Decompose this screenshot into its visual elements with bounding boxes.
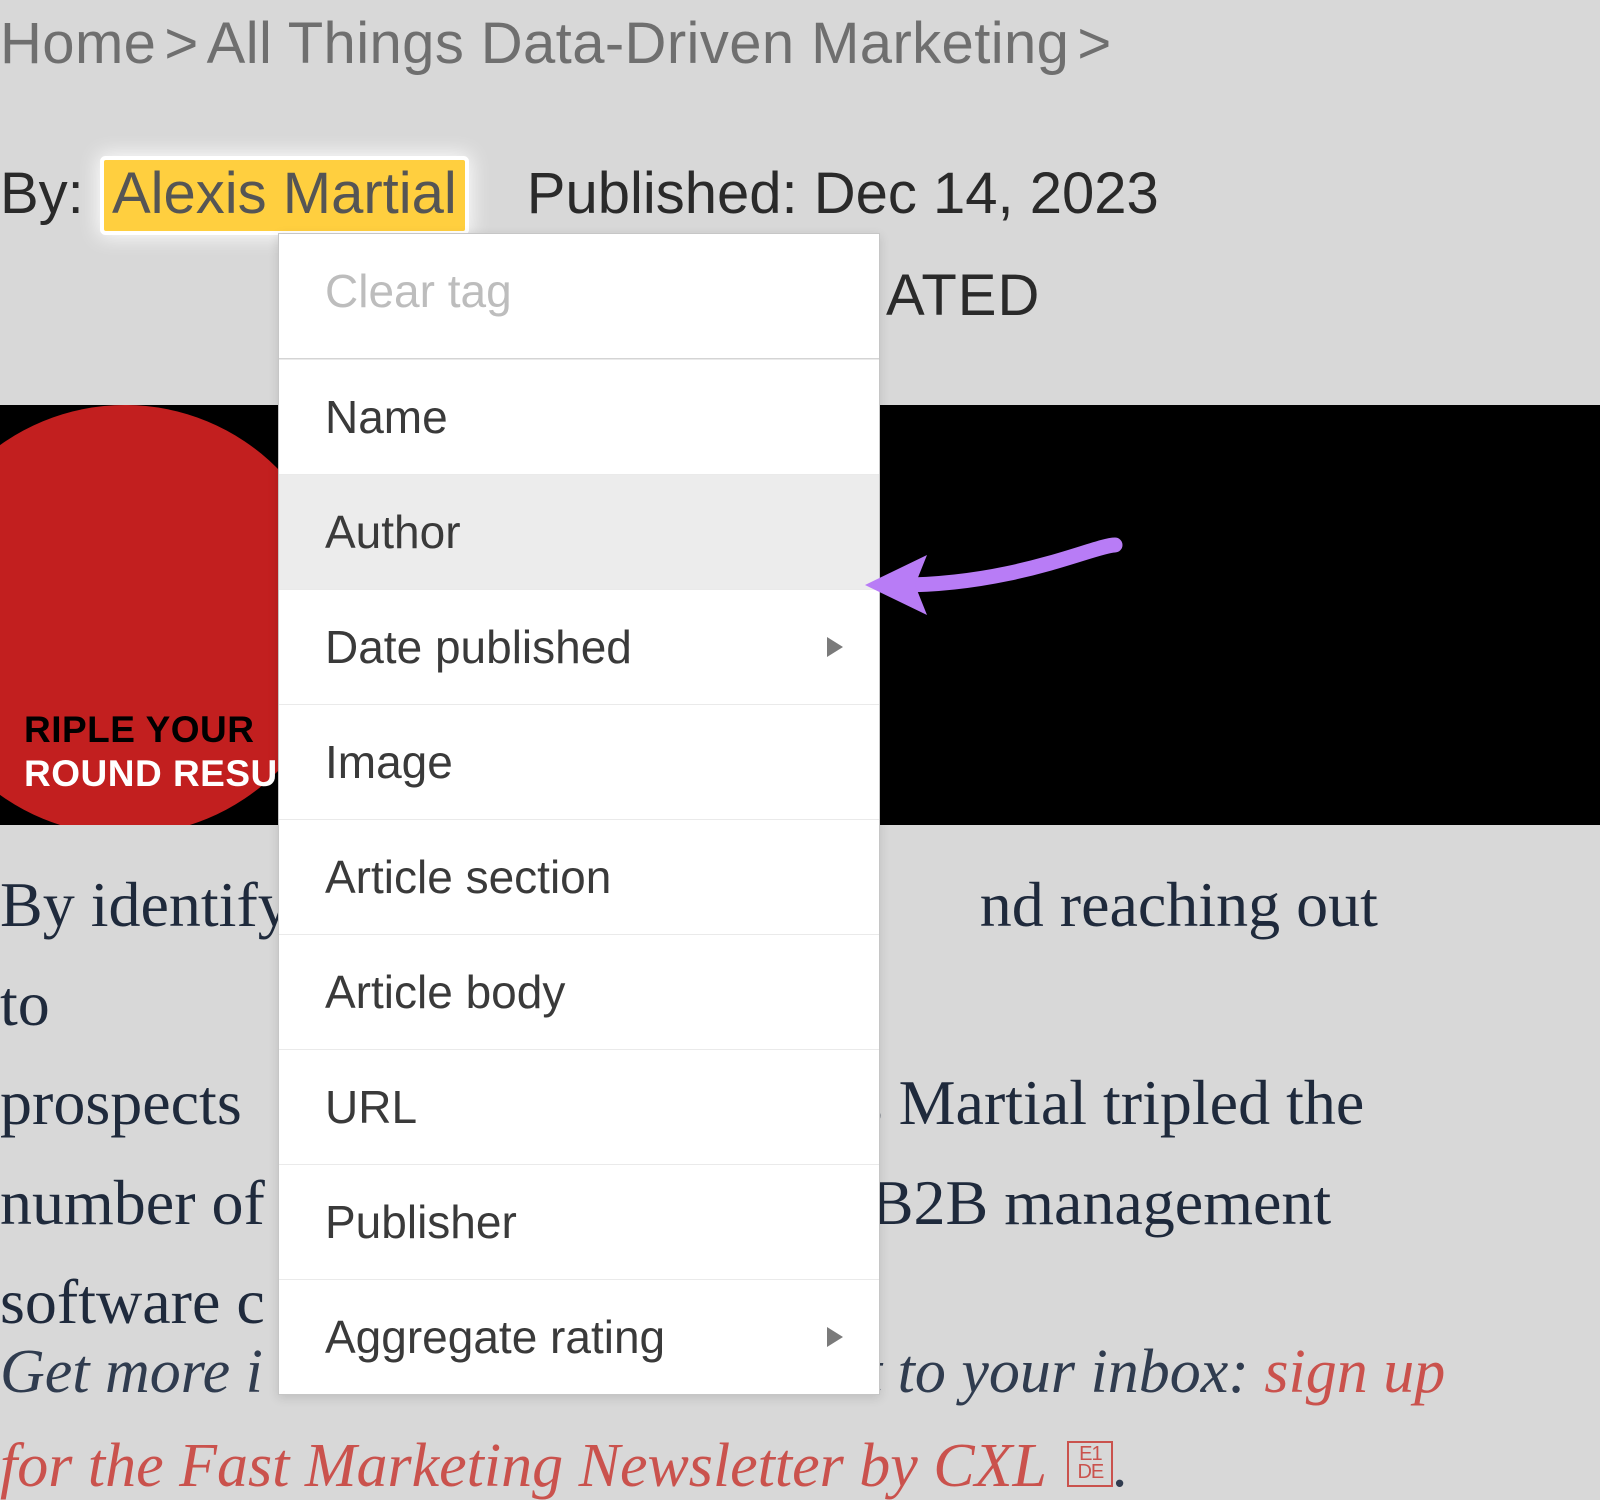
hero-text-line1: RIPLE YOUR [24,709,254,751]
signup-link-cont[interactable]: for the Fast Marketing Newsletter by CXL [0,1432,1046,1500]
signup-link[interactable]: sign up [1264,1338,1445,1406]
menu-item-url[interactable]: URL [279,1049,879,1164]
menu-clear-tag[interactable]: Clear tag [279,234,879,358]
breadcrumb-home[interactable]: Home [0,11,156,76]
by-label: By: [0,160,84,227]
published: Published: Dec 14, 2023 [527,160,1159,227]
menu-item-image[interactable]: Image [279,704,879,819]
byline-row: By: Alexis Martial Published: Dec 14, 20… [0,160,1159,231]
updated-fragment: ATED [886,262,1040,329]
menu-item-author[interactable]: Author [279,474,879,589]
breadcrumb-sep-1: > [156,11,206,76]
menu-item-date-published-label: Date published [325,621,632,673]
breadcrumb-sep-2: > [1069,11,1119,76]
published-label: Published: [527,161,798,226]
menu-item-aggregate-rating[interactable]: Aggregate rating [279,1279,879,1394]
published-date: Dec 14, 2023 [814,161,1159,226]
menu-item-name[interactable]: Name [279,359,879,474]
author-highlighted[interactable]: Alexis Martial [104,160,465,231]
chevron-right-icon [827,637,843,657]
menu-item-date-published[interactable]: Date published [279,589,879,704]
breadcrumb-category[interactable]: All Things Data-Driven Marketing [207,11,1070,76]
menu-item-article-body[interactable]: Article body [279,934,879,1049]
menu-item-article-section[interactable]: Article section [279,819,879,934]
breadcrumb: Home>All Things Data-Driven Marketing> [0,10,1120,77]
tag-menu: Clear tag Name Author Date published Ima… [278,233,880,1395]
chevron-right-icon [827,1327,843,1347]
language-badge-icon: E1DE [1067,1441,1113,1487]
menu-item-aggregate-rating-label: Aggregate rating [325,1311,665,1363]
menu-item-publisher[interactable]: Publisher [279,1164,879,1279]
